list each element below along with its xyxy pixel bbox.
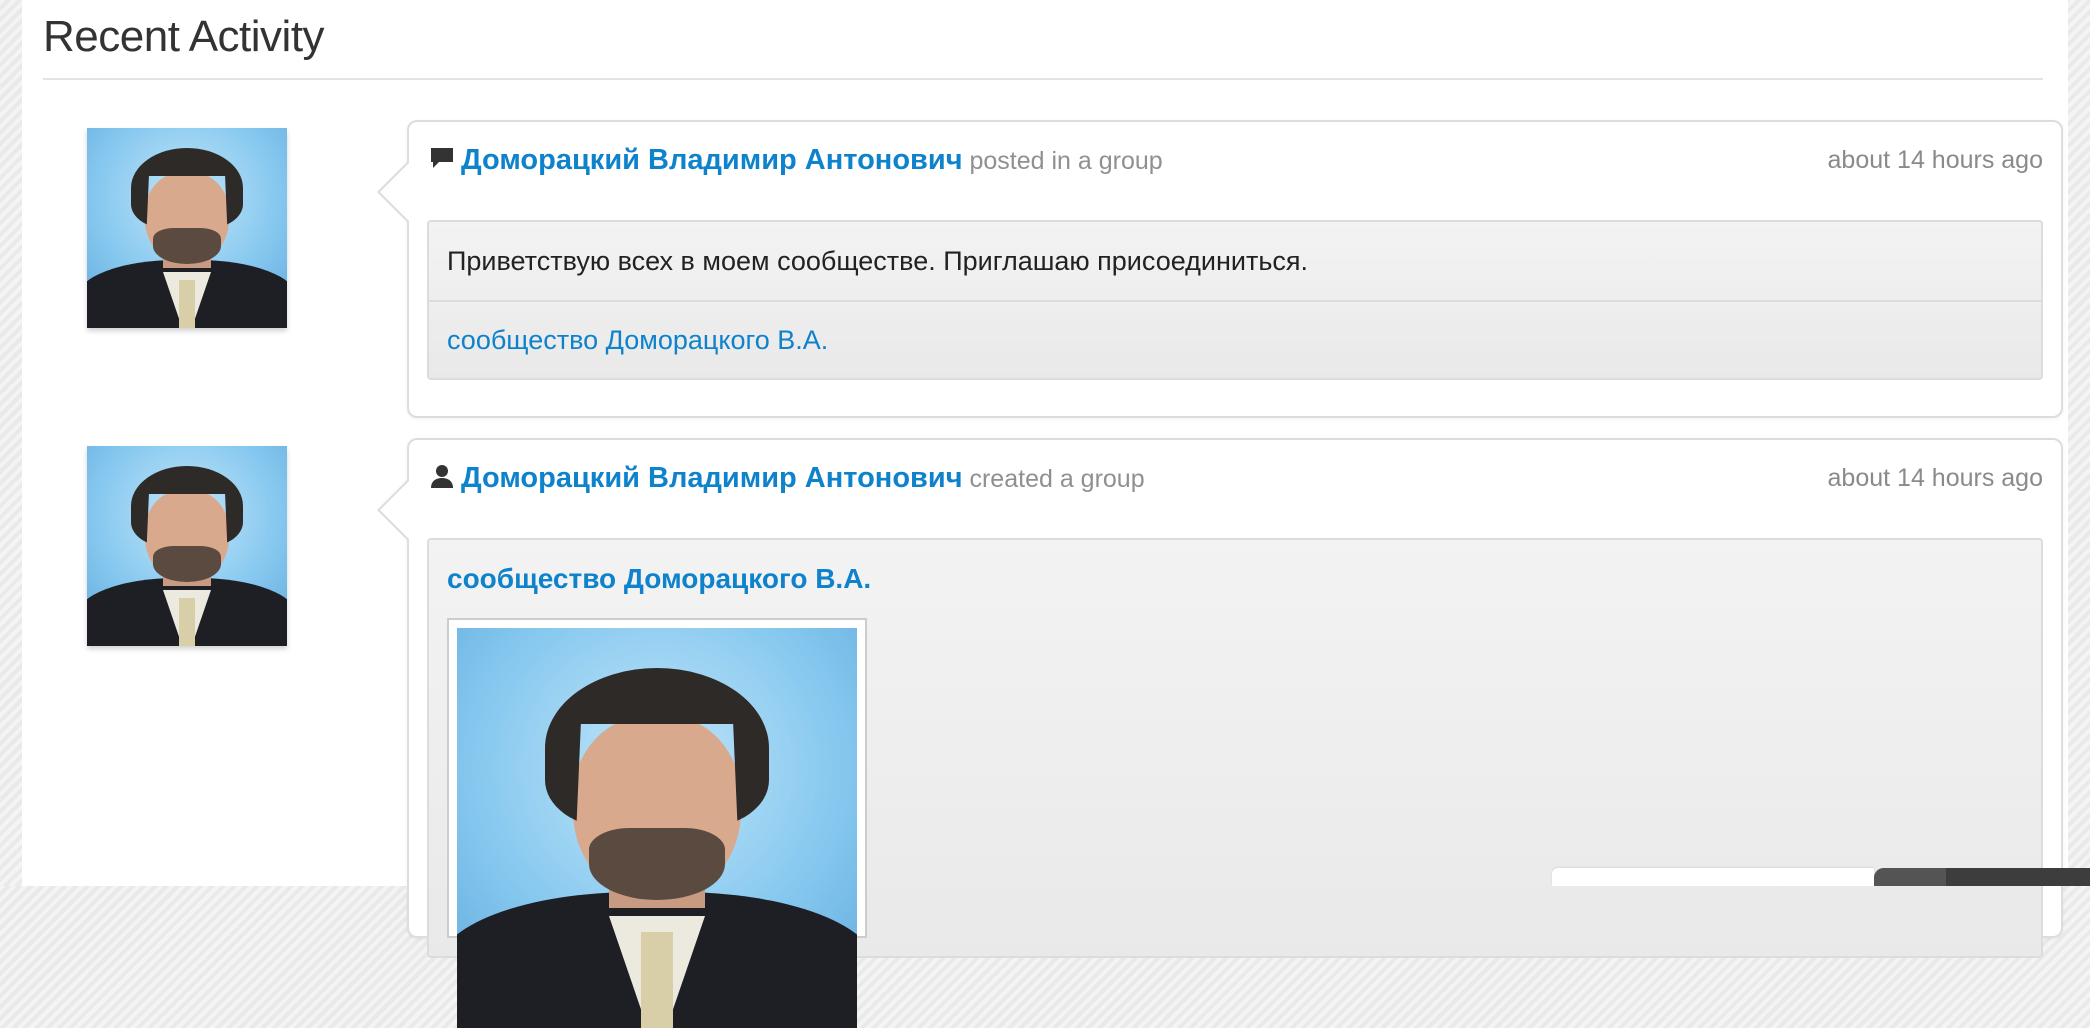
actor-link[interactable]: Доморацкий Владимир Антонович [461,462,963,494]
activity-header: Доморацкий Владимир Антонович posted in … [429,140,2043,180]
activity-time: about 14 hours ago [1827,146,2043,174]
actor-avatar[interactable] [87,128,287,328]
actor-link[interactable]: Доморацкий Владимир Антонович [461,144,963,176]
activity-verb: created a group [969,465,1145,493]
activity-card: Доморацкий Владимир Антонович posted in … [377,120,2063,418]
activity-header: Доморацкий Владимир Антонович created a … [429,458,2043,498]
bottom-toolbar[interactable] [1874,868,2090,886]
post-box: Приветствую всех в моем сообществе. Приг… [427,220,2043,380]
group-photo-image [457,628,857,1028]
user-icon [429,461,455,488]
avatar-photo [87,446,287,646]
activity-verb: posted in a group [969,147,1163,175]
post-message: Приветствую всех в моем сообществе. Приг… [447,246,1309,276]
comment-icon [429,143,455,169]
group-photo[interactable] [447,618,867,1028]
activity-page: Recent Activity Доморацкий Владимир Анто… [22,0,2068,1028]
activity-time: about 14 hours ago [1827,464,2043,492]
bottom-panel [1552,868,1874,886]
group-box: сообщество Доморацкого В.А. [427,538,2043,1028]
actor-avatar[interactable] [87,446,287,646]
title-divider [43,78,2043,80]
avatar-photo [87,128,287,328]
group-name-link[interactable]: сообщество Доморацкого В.А. [429,540,2041,596]
group-link[interactable]: сообщество Доморацкого В.А. [429,302,2041,378]
page-title: Recent Activity [43,12,325,61]
activity-card: Доморацкий Владимир Антонович created a … [377,438,2063,1028]
